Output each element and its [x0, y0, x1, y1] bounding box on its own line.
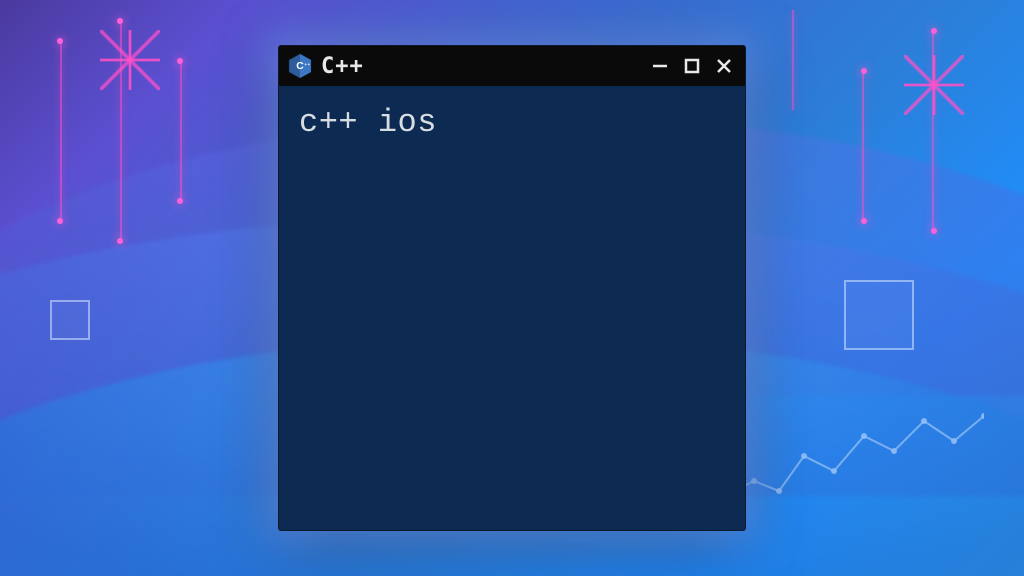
terminal-body[interactable]: c++ ios [279, 86, 745, 530]
terminal-window: C + + C++ c++ ios [279, 46, 745, 530]
window-titlebar[interactable]: C + + C++ [279, 46, 745, 86]
window-controls [649, 55, 735, 77]
terminal-output: c++ ios [299, 104, 725, 141]
svg-text:C: C [296, 61, 304, 72]
close-button[interactable] [713, 55, 735, 77]
window-title: C++ [321, 54, 641, 79]
maximize-button[interactable] [681, 55, 703, 77]
minimize-button[interactable] [649, 55, 671, 77]
cpp-hexagon-icon: C + + [287, 53, 313, 79]
